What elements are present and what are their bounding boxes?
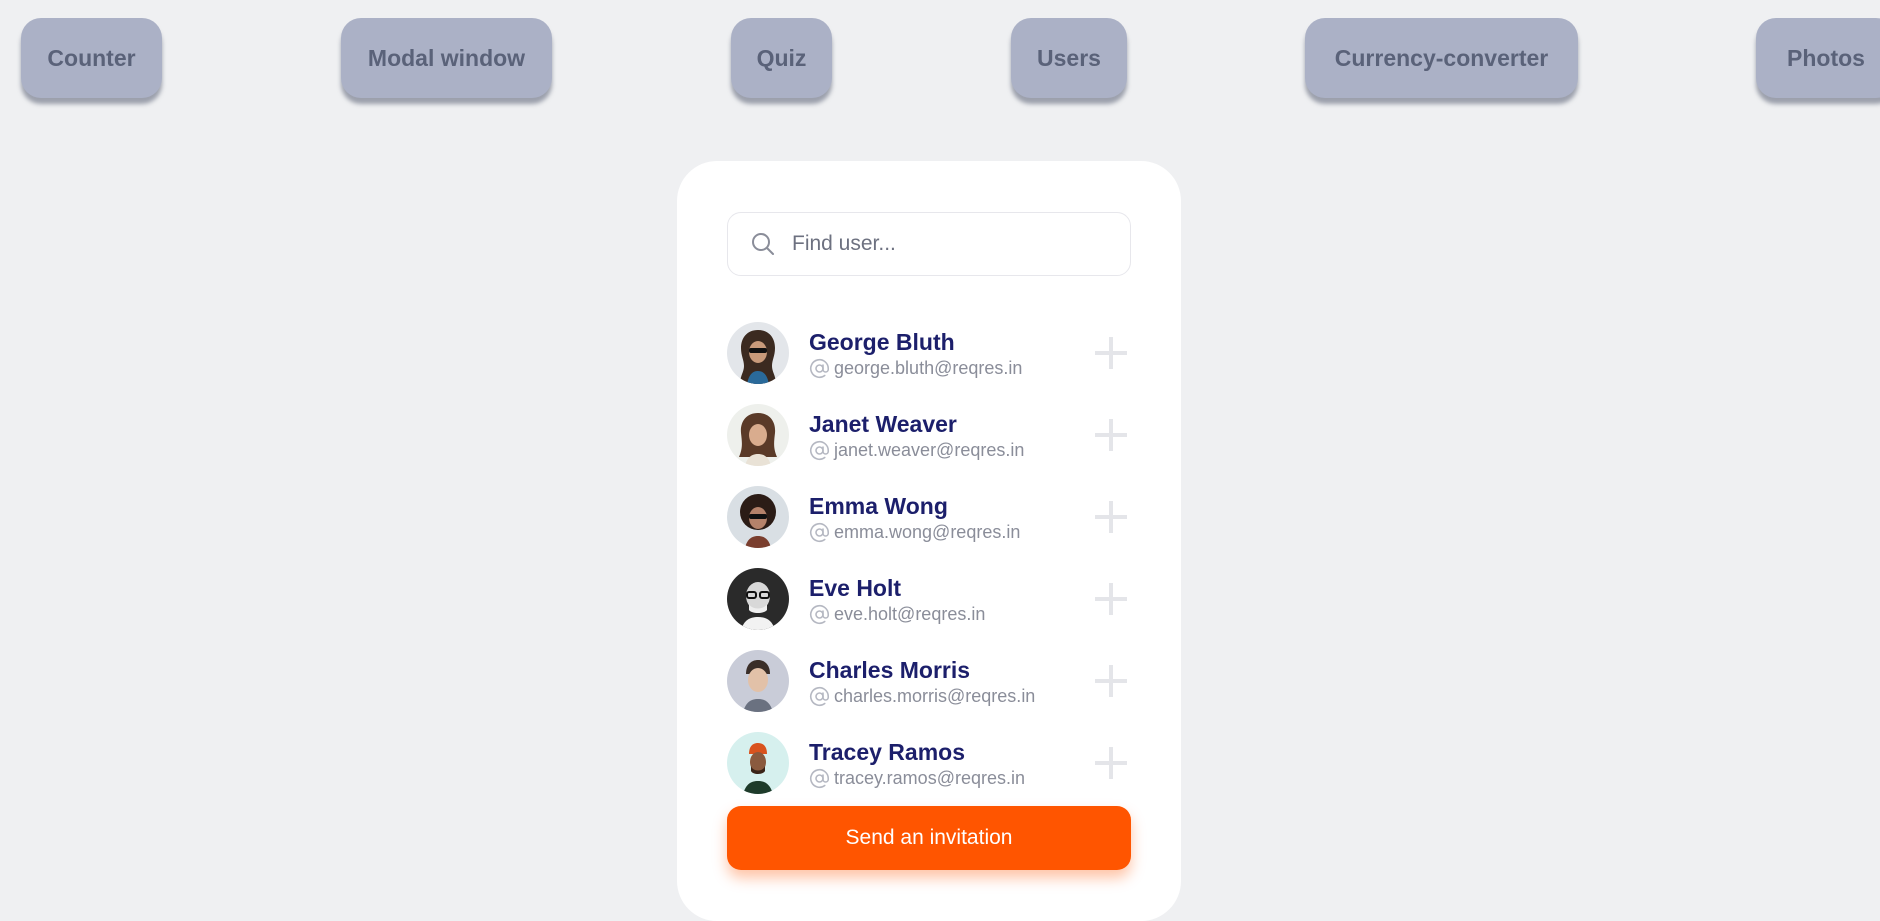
user-email: janet.weaver@reqres.in xyxy=(809,440,1024,461)
user-item: Charles Morris charles.morris@reqres.in xyxy=(727,640,1131,722)
user-name: Eve Holt xyxy=(809,574,902,601)
user-name: Emma Wong xyxy=(809,492,948,519)
nav-button-counter[interactable]: Counter xyxy=(21,18,162,98)
user-email-text: eve.holt@reqres.in xyxy=(834,603,986,624)
at-icon xyxy=(809,768,830,788)
user-email-text: charles.morris@reqres.in xyxy=(834,685,1036,706)
at-icon xyxy=(809,440,830,460)
user-email-text: emma.wong@reqres.in xyxy=(834,521,1021,542)
user-item: Tracey Ramos tracey.ramos@reqres.in xyxy=(727,722,1131,804)
avatar xyxy=(727,650,789,712)
nav-button-photos[interactable]: Photos xyxy=(1756,18,1880,98)
at-icon xyxy=(809,604,830,624)
plus-icon xyxy=(1095,665,1127,697)
user-email: charles.morris@reqres.in xyxy=(809,686,1035,707)
add-user-button[interactable] xyxy=(1091,415,1131,455)
user-name: George Bluth xyxy=(809,328,955,355)
user-item: Janet Weaver janet.weaver@reqres.in xyxy=(727,394,1131,476)
at-icon xyxy=(809,686,830,706)
plus-icon xyxy=(1095,501,1127,533)
user-list: George Bluth george.bluth@reqres.in Jane… xyxy=(727,312,1131,804)
search-icon xyxy=(752,233,774,255)
user-name: Charles Morris xyxy=(809,656,971,683)
plus-icon xyxy=(1095,747,1127,779)
user-item: Emma Wong emma.wong@reqres.in xyxy=(727,476,1131,558)
user-email: emma.wong@reqres.in xyxy=(809,522,1020,543)
user-item: Eve Holt eve.holt@reqres.in xyxy=(727,558,1131,640)
add-user-button[interactable] xyxy=(1091,743,1131,783)
user-email: tracey.ramos@reqres.in xyxy=(809,768,1025,789)
add-user-button[interactable] xyxy=(1091,579,1131,619)
add-user-button[interactable] xyxy=(1091,497,1131,537)
user-name: Tracey Ramos xyxy=(809,738,965,765)
plus-icon xyxy=(1095,419,1127,451)
nav-button-quiz[interactable]: Quiz xyxy=(731,18,832,98)
search-box xyxy=(727,212,1131,276)
user-email: eve.holt@reqres.in xyxy=(809,604,985,625)
at-icon xyxy=(809,522,830,542)
avatar xyxy=(727,322,789,384)
plus-icon xyxy=(1095,337,1127,369)
avatar xyxy=(727,486,789,548)
user-email-text: janet.weaver@reqres.in xyxy=(834,439,1025,460)
user-name: Janet Weaver xyxy=(809,410,957,437)
add-user-button[interactable] xyxy=(1091,333,1131,373)
user-item: George Bluth george.bluth@reqres.in xyxy=(727,312,1131,394)
nav-button-modal-window[interactable]: Modal window xyxy=(341,18,552,98)
user-email-text: tracey.ramos@reqres.in xyxy=(834,767,1025,788)
user-email-text: george.bluth@reqres.in xyxy=(834,357,1023,378)
users-card: George Bluth george.bluth@reqres.in xyxy=(677,161,1181,921)
nav-button-users[interactable]: Users xyxy=(1011,18,1127,98)
user-email: george.bluth@reqres.in xyxy=(809,358,1022,379)
add-user-button[interactable] xyxy=(1091,661,1131,701)
send-invitation-button[interactable]: Send an invitation xyxy=(727,806,1131,870)
nav-button-currency-converter[interactable]: Currency-converter xyxy=(1305,18,1578,98)
search-input[interactable] xyxy=(790,231,1114,257)
top-nav: Counter Modal window Quiz Users Currency… xyxy=(21,18,1880,100)
avatar xyxy=(727,568,789,630)
plus-icon xyxy=(1095,583,1127,615)
at-icon xyxy=(809,358,830,378)
avatar xyxy=(727,404,789,466)
avatar xyxy=(727,732,789,794)
